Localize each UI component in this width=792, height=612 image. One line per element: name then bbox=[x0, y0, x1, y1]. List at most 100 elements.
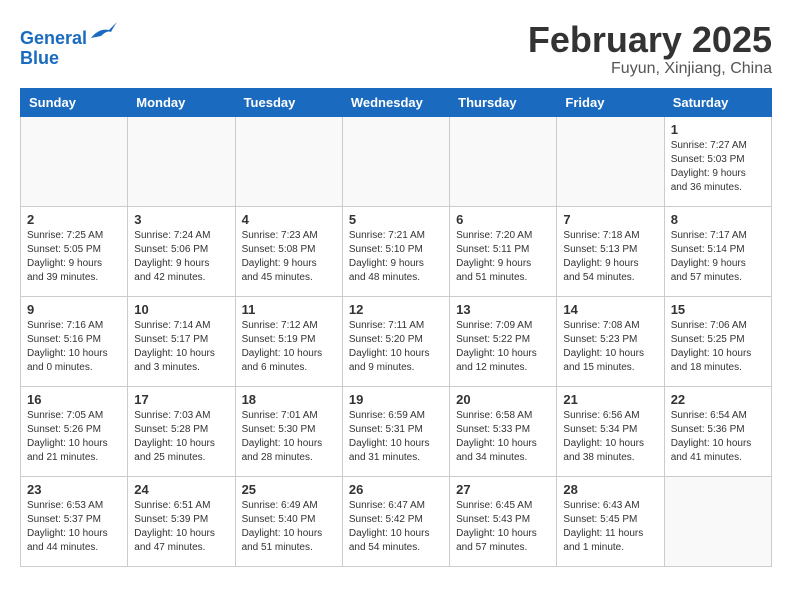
day-info: Sunrise: 7:18 AM Sunset: 5:13 PM Dayligh… bbox=[563, 229, 657, 285]
weekday-header-row: SundayMondayTuesdayWednesdayThursdayFrid… bbox=[21, 88, 772, 116]
day-info: Sunrise: 6:58 AM Sunset: 5:33 PM Dayligh… bbox=[456, 409, 550, 465]
calendar-cell: 8 Sunrise: 7:17 AM Sunset: 5:14 PM Daylig… bbox=[664, 206, 771, 296]
day-number: 22 bbox=[671, 392, 765, 407]
page-header: General Blue February 2025 Fuyun, Xinjia… bbox=[20, 20, 772, 78]
calendar-week-4: 23 Sunrise: 6:53 AM Sunset: 5:37 PM Dayli… bbox=[21, 476, 772, 566]
day-number: 27 bbox=[456, 482, 550, 497]
day-info: Sunrise: 7:03 AM Sunset: 5:28 PM Dayligh… bbox=[134, 409, 228, 465]
weekday-header-monday: Monday bbox=[128, 88, 235, 116]
calendar-header: SundayMondayTuesdayWednesdayThursdayFrid… bbox=[21, 88, 772, 116]
calendar-table: SundayMondayTuesdayWednesdayThursdayFrid… bbox=[20, 88, 772, 567]
day-info: Sunrise: 7:14 AM Sunset: 5:17 PM Dayligh… bbox=[134, 319, 228, 375]
weekday-header-saturday: Saturday bbox=[664, 88, 771, 116]
day-number: 13 bbox=[456, 302, 550, 317]
calendar-cell bbox=[128, 116, 235, 206]
day-info: Sunrise: 6:56 AM Sunset: 5:34 PM Dayligh… bbox=[563, 409, 657, 465]
calendar-cell: 12 Sunrise: 7:11 AM Sunset: 5:20 PM Dayli… bbox=[342, 296, 449, 386]
day-info: Sunrise: 7:20 AM Sunset: 5:11 PM Dayligh… bbox=[456, 229, 550, 285]
day-info: Sunrise: 6:45 AM Sunset: 5:43 PM Dayligh… bbox=[456, 499, 550, 555]
day-number: 18 bbox=[242, 392, 336, 407]
calendar-cell: 19 Sunrise: 6:59 AM Sunset: 5:31 PM Dayli… bbox=[342, 386, 449, 476]
calendar-cell: 25 Sunrise: 6:49 AM Sunset: 5:40 PM Dayli… bbox=[235, 476, 342, 566]
weekday-header-wednesday: Wednesday bbox=[342, 88, 449, 116]
calendar-cell: 3Sunrise: 7:24 AM Sunset: 5:06 PM Daylig… bbox=[128, 206, 235, 296]
calendar-cell: 20 Sunrise: 6:58 AM Sunset: 5:33 PM Dayli… bbox=[450, 386, 557, 476]
logo-blue: Blue bbox=[20, 48, 59, 68]
day-info: Sunrise: 6:49 AM Sunset: 5:40 PM Dayligh… bbox=[242, 499, 336, 555]
calendar-cell: 13 Sunrise: 7:09 AM Sunset: 5:22 PM Dayli… bbox=[450, 296, 557, 386]
day-info: Sunrise: 7:17 AM Sunset: 5:14 PM Dayligh… bbox=[671, 229, 765, 285]
calendar-cell: 21 Sunrise: 6:56 AM Sunset: 5:34 PM Dayli… bbox=[557, 386, 664, 476]
day-number: 1 bbox=[671, 122, 765, 137]
calendar-cell: 26 Sunrise: 6:47 AM Sunset: 5:42 PM Dayli… bbox=[342, 476, 449, 566]
day-number: 7 bbox=[563, 212, 657, 227]
calendar-cell: 16Sunrise: 7:05 AM Sunset: 5:26 PM Dayli… bbox=[21, 386, 128, 476]
day-info: Sunrise: 6:47 AM Sunset: 5:42 PM Dayligh… bbox=[349, 499, 443, 555]
day-number: 4 bbox=[242, 212, 336, 227]
day-number: 15 bbox=[671, 302, 765, 317]
day-number: 26 bbox=[349, 482, 443, 497]
day-info: Sunrise: 7:06 AM Sunset: 5:25 PM Dayligh… bbox=[671, 319, 765, 375]
calendar-cell: 23 Sunrise: 6:53 AM Sunset: 5:37 PM Dayli… bbox=[21, 476, 128, 566]
calendar-week-2: 9 Sunrise: 7:16 AM Sunset: 5:16 PM Daylig… bbox=[21, 296, 772, 386]
day-number: 12 bbox=[349, 302, 443, 317]
day-info: Sunrise: 7:27 AM Sunset: 5:03 PM Dayligh… bbox=[671, 139, 765, 195]
weekday-header-friday: Friday bbox=[557, 88, 664, 116]
calendar-cell bbox=[450, 116, 557, 206]
calendar-cell: 9 Sunrise: 7:16 AM Sunset: 5:16 PM Daylig… bbox=[21, 296, 128, 386]
calendar-cell bbox=[664, 476, 771, 566]
day-info: Sunrise: 6:54 AM Sunset: 5:36 PM Dayligh… bbox=[671, 409, 765, 465]
calendar-cell: 10 Sunrise: 7:14 AM Sunset: 5:17 PM Dayli… bbox=[128, 296, 235, 386]
calendar-cell: 5Sunrise: 7:21 AM Sunset: 5:10 PM Daylig… bbox=[342, 206, 449, 296]
logo-general: General bbox=[20, 28, 87, 48]
weekday-header-sunday: Sunday bbox=[21, 88, 128, 116]
day-info: Sunrise: 7:01 AM Sunset: 5:30 PM Dayligh… bbox=[242, 409, 336, 465]
day-number: 11 bbox=[242, 302, 336, 317]
day-number: 9 bbox=[27, 302, 121, 317]
day-number: 24 bbox=[134, 482, 228, 497]
calendar-cell: 17 Sunrise: 7:03 AM Sunset: 5:28 PM Dayli… bbox=[128, 386, 235, 476]
day-info: Sunrise: 6:59 AM Sunset: 5:31 PM Dayligh… bbox=[349, 409, 443, 465]
day-info: Sunrise: 7:09 AM Sunset: 5:22 PM Dayligh… bbox=[456, 319, 550, 375]
day-info: Sunrise: 7:08 AM Sunset: 5:23 PM Dayligh… bbox=[563, 319, 657, 375]
calendar-cell bbox=[342, 116, 449, 206]
weekday-header-thursday: Thursday bbox=[450, 88, 557, 116]
day-info: Sunrise: 7:16 AM Sunset: 5:16 PM Dayligh… bbox=[27, 319, 121, 375]
calendar-week-3: 16Sunrise: 7:05 AM Sunset: 5:26 PM Dayli… bbox=[21, 386, 772, 476]
day-info: Sunrise: 6:53 AM Sunset: 5:37 PM Dayligh… bbox=[27, 499, 121, 555]
day-number: 17 bbox=[134, 392, 228, 407]
day-number: 28 bbox=[563, 482, 657, 497]
logo: General Blue bbox=[20, 20, 119, 69]
day-number: 2 bbox=[27, 212, 121, 227]
calendar-cell: 1 Sunrise: 7:27 AM Sunset: 5:03 PM Daylig… bbox=[664, 116, 771, 206]
day-info: Sunrise: 7:23 AM Sunset: 5:08 PM Dayligh… bbox=[242, 229, 336, 285]
day-info: Sunrise: 6:51 AM Sunset: 5:39 PM Dayligh… bbox=[134, 499, 228, 555]
day-number: 6 bbox=[456, 212, 550, 227]
day-number: 19 bbox=[349, 392, 443, 407]
day-info: Sunrise: 7:11 AM Sunset: 5:20 PM Dayligh… bbox=[349, 319, 443, 375]
calendar-subtitle: Fuyun, Xinjiang, China bbox=[528, 60, 772, 78]
day-number: 23 bbox=[27, 482, 121, 497]
day-number: 10 bbox=[134, 302, 228, 317]
day-number: 21 bbox=[563, 392, 657, 407]
calendar-cell bbox=[21, 116, 128, 206]
day-number: 16 bbox=[27, 392, 121, 407]
calendar-cell: 11 Sunrise: 7:12 AM Sunset: 5:19 PM Dayli… bbox=[235, 296, 342, 386]
calendar-body: 1 Sunrise: 7:27 AM Sunset: 5:03 PM Daylig… bbox=[21, 116, 772, 566]
day-number: 20 bbox=[456, 392, 550, 407]
day-number: 8 bbox=[671, 212, 765, 227]
day-info: Sunrise: 6:43 AM Sunset: 5:45 PM Dayligh… bbox=[563, 499, 657, 555]
calendar-cell bbox=[557, 116, 664, 206]
day-info: Sunrise: 7:12 AM Sunset: 5:19 PM Dayligh… bbox=[242, 319, 336, 375]
calendar-cell: 7 Sunrise: 7:18 AM Sunset: 5:13 PM Daylig… bbox=[557, 206, 664, 296]
calendar-cell: 27 Sunrise: 6:45 AM Sunset: 5:43 PM Dayli… bbox=[450, 476, 557, 566]
calendar-cell: 24 Sunrise: 6:51 AM Sunset: 5:39 PM Dayli… bbox=[128, 476, 235, 566]
calendar-cell: 2Sunrise: 7:25 AM Sunset: 5:05 PM Daylig… bbox=[21, 206, 128, 296]
day-info: Sunrise: 7:24 AM Sunset: 5:06 PM Dayligh… bbox=[134, 229, 228, 285]
day-number: 25 bbox=[242, 482, 336, 497]
calendar-week-0: 1 Sunrise: 7:27 AM Sunset: 5:03 PM Daylig… bbox=[21, 116, 772, 206]
day-number: 14 bbox=[563, 302, 657, 317]
calendar-title: February 2025 bbox=[528, 20, 772, 60]
day-number: 5 bbox=[349, 212, 443, 227]
calendar-cell: 4 Sunrise: 7:23 AM Sunset: 5:08 PM Daylig… bbox=[235, 206, 342, 296]
